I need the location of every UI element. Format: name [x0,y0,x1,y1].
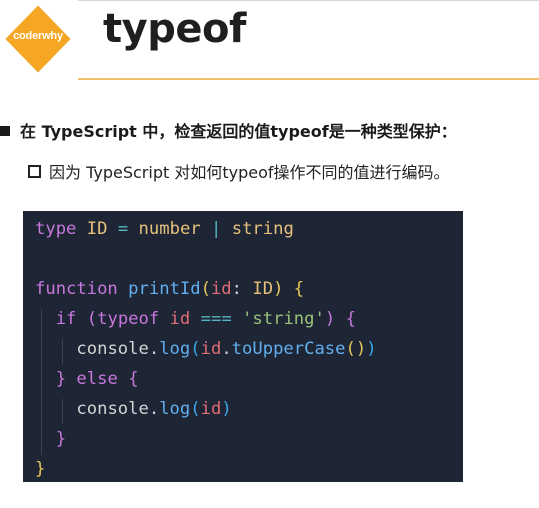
code-line-1: type ID = number | string [35,219,294,239]
header-top-divider [78,0,539,1]
code-line-9: } [35,459,46,479]
logo-text: coderwhy [13,30,63,42]
code-line-5: console.log(id.toUpperCase()) [76,339,377,359]
code-line-3: function printId(id: ID) { [35,279,305,299]
sub-bullet-point: 因为 TypeScript 对如何typeof操作不同的值进行编码。 [28,159,450,183]
code-line-4: if (typeof id === 'string') { [55,309,356,329]
code-line-6: } else { [55,369,139,389]
bullet-point: 在 TypeScript 中，检查返回的值typeof是一种类型保护： [0,118,457,142]
coderwhy-logo: coderwhy [2,2,73,76]
hollow-square-bullet-icon [28,165,41,178]
filled-square-bullet-icon [0,126,10,136]
code-block: type ID = number | string function print… [23,211,463,482]
bullet-text: 在 TypeScript 中，检查返回的值typeof是一种类型保护： [20,122,457,141]
code-line-7: console.log(id) [76,399,232,419]
page-title: typeof [103,6,246,52]
title-underline [78,78,539,80]
code-line-8: } [55,429,67,449]
sub-bullet-text: 因为 TypeScript 对如何typeof操作不同的值进行编码。 [49,163,450,182]
